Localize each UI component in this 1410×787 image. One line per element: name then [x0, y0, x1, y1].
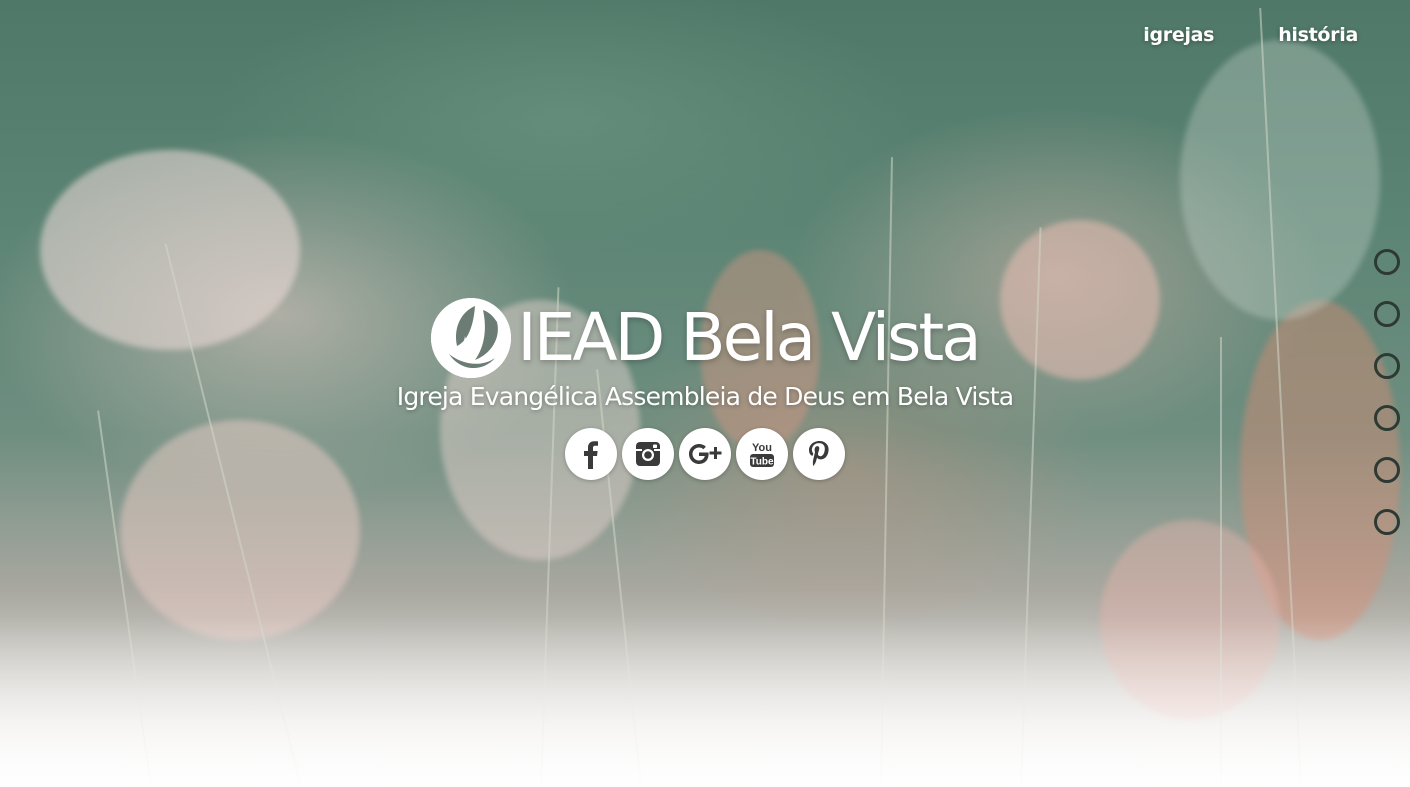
section-nav — [1374, 249, 1400, 535]
church-logo-icon — [431, 298, 512, 378]
site-title: IEAD Bela Vista — [517, 299, 982, 376]
bottom-fade — [0, 617, 1410, 787]
google-plus-icon — [689, 444, 722, 464]
site-subtitle: Igreja Evangélica Assembleia de Deus em … — [396, 382, 1014, 411]
pinterest-link[interactable] — [793, 428, 845, 480]
svg-text:You: You — [752, 442, 772, 454]
social-links: You Tube — [0, 428, 1410, 480]
nav-link-igrejas[interactable]: igrejas — [1143, 24, 1214, 46]
nav-link-historia[interactable]: história — [1278, 24, 1358, 46]
facebook-link[interactable] — [565, 428, 617, 480]
flower-blob — [1180, 40, 1380, 320]
top-nav: igrejas história — [1143, 24, 1358, 46]
instagram-icon — [636, 442, 660, 466]
section-dot-2[interactable] — [1374, 301, 1400, 327]
youtube-link[interactable]: You Tube — [736, 428, 788, 480]
google-plus-link[interactable] — [679, 428, 731, 480]
facebook-icon — [584, 441, 598, 469]
instagram-link[interactable] — [622, 428, 674, 480]
hero-section: igrejas história IEAD Bela Vista Igreja … — [0, 0, 1410, 787]
section-dot-1[interactable] — [1374, 249, 1400, 275]
svg-text:Tube: Tube — [750, 457, 774, 468]
pinterest-icon — [809, 441, 829, 466]
section-dot-6[interactable] — [1374, 509, 1400, 535]
section-dot-4[interactable] — [1374, 405, 1400, 431]
section-dot-3[interactable] — [1374, 353, 1400, 379]
section-dot-5[interactable] — [1374, 457, 1400, 483]
youtube-icon: You Tube — [750, 442, 774, 468]
brand: IEAD Bela Vista — [0, 298, 1410, 378]
